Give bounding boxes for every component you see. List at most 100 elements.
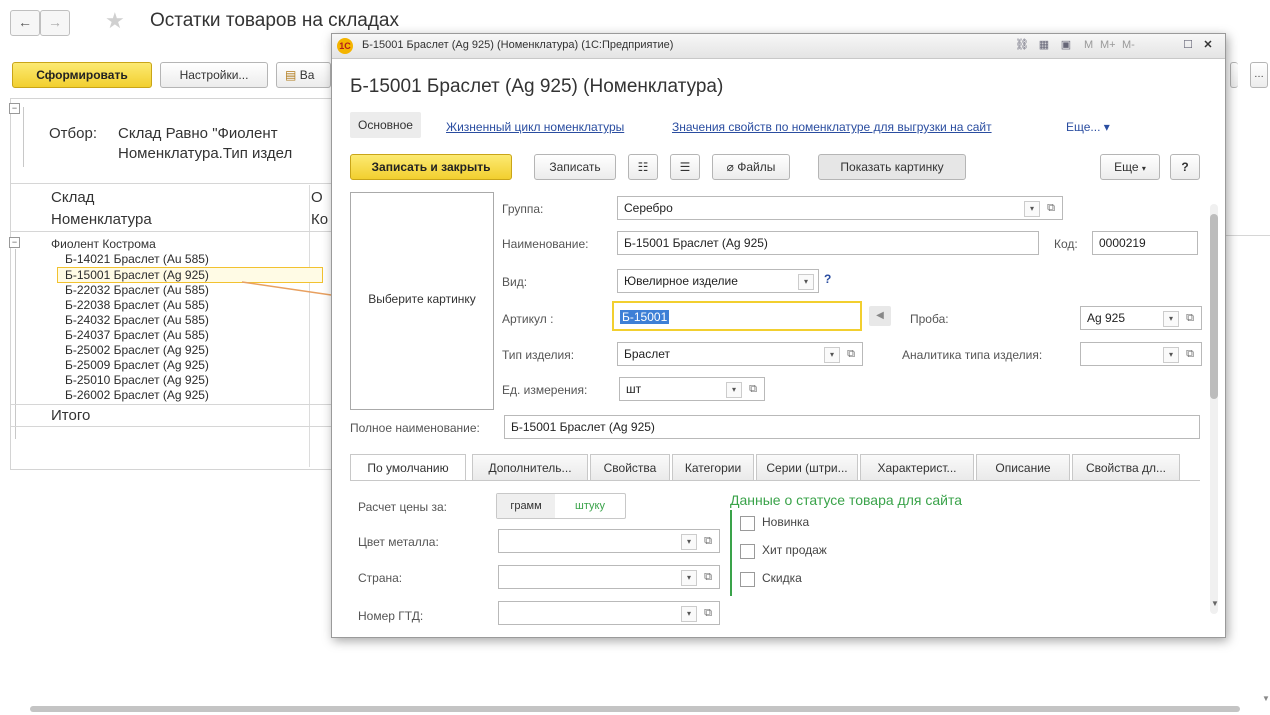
chevron-down-icon[interactable]: ▾ [681, 606, 697, 622]
tab-lifecycle[interactable]: Жизненный цикл номенклатуры [446, 120, 624, 134]
1c-logo-icon: 1С [337, 38, 353, 54]
open-icon[interactable]: ⧉ [1044, 201, 1058, 215]
vertical-scrollbar[interactable] [1210, 204, 1218, 614]
article-value: Б-15001 [620, 310, 670, 324]
picture-placeholder-label: Выберите картинку [368, 292, 476, 306]
hit-checkbox-label: Хит продаж [762, 543, 827, 557]
chevron-down-icon[interactable]: ▾ [726, 382, 742, 398]
subtab-categories[interactable]: Категории [672, 454, 754, 480]
chevron-down-icon[interactable]: ▾ [681, 534, 697, 550]
list-button[interactable]: ☰ [670, 154, 700, 180]
probe-label: Проба: [910, 312, 949, 326]
list-icon: ☰ [679, 160, 691, 174]
subtab-site-properties[interactable]: Свойства дл... [1072, 454, 1180, 480]
chevron-down-icon[interactable]: ▾ [1163, 311, 1179, 327]
country-field[interactable]: ▾ ⧉ [498, 565, 720, 589]
subtab-additional[interactable]: Дополнитель... [472, 454, 588, 480]
item-type-field[interactable]: Браслет ▾ ⧉ [617, 342, 863, 366]
code-label: Код: [1054, 237, 1078, 251]
save-button[interactable]: Записать [534, 154, 616, 180]
item-type-value: Браслет [624, 347, 670, 361]
arrow-line [241, 281, 339, 297]
save-close-button[interactable]: Записать и закрыть [350, 154, 512, 180]
close-icon[interactable]: ✕ [1200, 38, 1216, 53]
link-icon[interactable]: ⛓ [1014, 38, 1030, 53]
dialog-titlebar: 1С Б-15001 Браслет (Ag 925) (Номенклатур… [332, 34, 1225, 59]
analytics-label: Аналитика типа изделия: [902, 348, 1043, 362]
new-checkbox-label: Новинка [762, 515, 810, 529]
memory-m-button[interactable]: M [1084, 39, 1093, 51]
open-icon[interactable]: ⧉ [1183, 311, 1197, 325]
probe-value: Ag 925 [1087, 311, 1126, 325]
tab-site-properties[interactable]: Значения свойств по номенклатуре для выг… [672, 120, 992, 134]
name-label: Наименование: [502, 237, 589, 251]
chevron-down-icon[interactable]: ▾ [824, 347, 840, 363]
gtd-label: Номер ГТД: [358, 609, 424, 623]
open-icon[interactable]: ⧉ [701, 534, 715, 548]
structure-button[interactable]: ☷ [628, 154, 658, 180]
open-icon[interactable]: ⧉ [1183, 347, 1197, 361]
open-icon[interactable]: ⧉ [844, 347, 858, 361]
metal-color-label: Цвет металла: [358, 535, 439, 549]
chevron-down-icon[interactable]: ▾ [681, 570, 697, 586]
calendar-icon[interactable]: ▣ [1058, 38, 1074, 53]
price-option-gram[interactable]: грамм [497, 494, 555, 518]
discount-checkbox[interactable] [740, 572, 755, 587]
hit-checkbox[interactable] [740, 544, 755, 559]
scrollbar-thumb[interactable] [1210, 214, 1218, 399]
picture-placeholder[interactable]: Выберите картинку [350, 192, 494, 410]
files-label: Файлы [737, 160, 776, 174]
fullname-input[interactable]: Б-15001 Браслет (Ag 925) [504, 415, 1200, 439]
nomenclature-dialog: 1С Б-15001 Браслет (Ag 925) (Номенклатур… [331, 33, 1226, 638]
open-icon[interactable]: ⧉ [701, 606, 715, 620]
unit-value: шт [626, 382, 642, 396]
paperclip-icon: ⌀ [726, 160, 734, 174]
memory-minus-button[interactable]: M- [1122, 39, 1135, 51]
memory-plus-button[interactable]: M+ [1100, 39, 1116, 51]
price-option-piece[interactable]: штуку [557, 494, 623, 518]
price-toggle[interactable]: грамм штуку [496, 493, 626, 519]
help-button[interactable]: ? [1170, 154, 1200, 180]
maximize-icon[interactable]: ☐ [1180, 38, 1196, 53]
metal-color-field[interactable]: ▾ ⧉ [498, 529, 720, 553]
probe-field[interactable]: Ag 925 ▾ ⧉ [1080, 306, 1202, 330]
open-icon[interactable]: ⧉ [701, 570, 715, 584]
group-label: Группа: [502, 202, 544, 216]
chevron-down-icon[interactable]: ▾ [1024, 201, 1040, 217]
scroll-down-icon[interactable]: ▼ [1211, 599, 1219, 608]
price-label: Расчет цены за: [358, 500, 448, 514]
subtab-default[interactable]: По умолчанию [350, 454, 466, 481]
more-button[interactable]: Еще ▾ [1100, 154, 1160, 180]
country-label: Страна: [358, 571, 403, 585]
hierarchy-icon: ☷ [637, 160, 649, 174]
open-icon[interactable]: ⧉ [746, 382, 760, 396]
gtd-field[interactable]: ▾ ⧉ [498, 601, 720, 625]
code-input[interactable]: 0000219 [1092, 231, 1198, 255]
dialog-heading: Б-15001 Браслет (Ag 925) (Номенклатура) [350, 76, 724, 97]
subtab-properties[interactable]: Свойства [590, 454, 670, 480]
kind-field[interactable]: Ювелирное изделие ▾ [617, 269, 819, 293]
arrow-left-icon[interactable]: ◀ [869, 306, 891, 326]
name-input[interactable]: Б-15001 Браслет (Ag 925) [617, 231, 1039, 255]
group-field[interactable]: Серебро ▾ ⧉ [617, 196, 1063, 220]
new-checkbox[interactable] [740, 516, 755, 531]
article-input[interactable]: Б-15001 [612, 301, 862, 331]
chevron-down-icon[interactable]: ▾ [1163, 347, 1179, 363]
group-value: Серебро [624, 201, 673, 215]
unit-label: Ед. измерения: [502, 383, 588, 397]
subtab-series[interactable]: Серии (штри... [756, 454, 858, 480]
unit-field[interactable]: шт ▾ ⧉ [619, 377, 765, 401]
chevron-down-icon[interactable]: ▾ [798, 274, 814, 290]
chevron-down-icon: ▾ [1141, 164, 1146, 173]
tab-main[interactable]: Основное [350, 112, 421, 138]
analytics-field[interactable]: ▾ ⧉ [1080, 342, 1202, 366]
article-label: Артикул : [502, 312, 554, 326]
tab-more[interactable]: Еще... ▾ [1066, 120, 1110, 134]
subtab-characteristics[interactable]: Характерист... [860, 454, 974, 480]
dialog-window-title: Б-15001 Браслет (Ag 925) (Номенклатура) … [362, 39, 674, 51]
files-button[interactable]: ⌀ Файлы [712, 154, 790, 180]
calculator-icon[interactable]: ▦ [1036, 38, 1052, 53]
show-picture-button[interactable]: Показать картинку [818, 154, 966, 180]
subtab-description[interactable]: Описание [976, 454, 1070, 480]
kind-help-icon[interactable]: ? [824, 272, 831, 286]
